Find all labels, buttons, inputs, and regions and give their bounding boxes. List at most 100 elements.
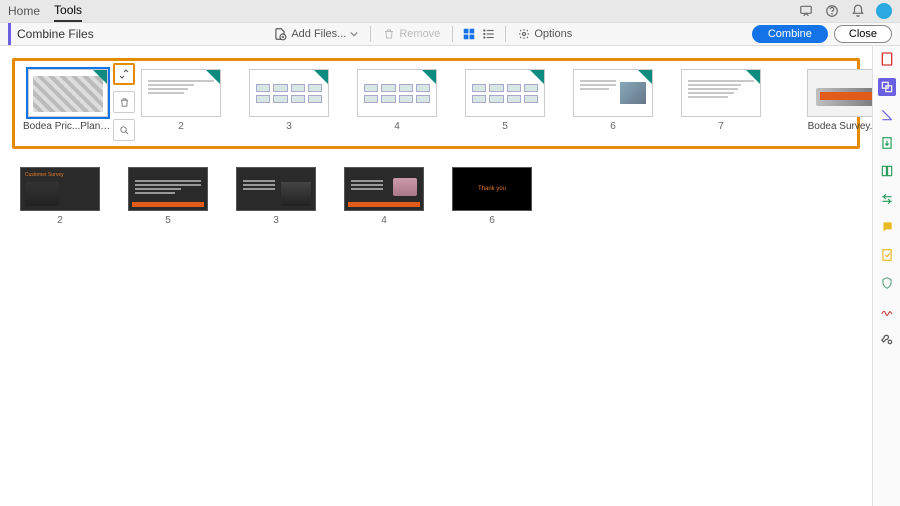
expand-pages-button[interactable] (113, 63, 135, 85)
toolbar-center: Add Files... Remove Options (94, 25, 752, 43)
menubar-right (798, 3, 892, 19)
rail-comment-icon[interactable] (878, 218, 896, 236)
page-item[interactable]: 4 (357, 69, 437, 132)
page-item[interactable]: 2 (141, 69, 221, 132)
page-number: 5 (502, 121, 508, 132)
thumbnail-photo (620, 82, 646, 104)
rail-protect-icon[interactable] (878, 274, 896, 292)
menu-tools[interactable]: Tools (54, 0, 82, 22)
page-item[interactable]: 6 (573, 69, 653, 132)
page-number: 3 (286, 121, 292, 132)
remove-button[interactable]: Remove (379, 26, 444, 42)
thumbnail-content (351, 178, 383, 192)
rail-more-tools-icon[interactable] (878, 330, 896, 348)
avatar[interactable] (876, 3, 892, 19)
page-number: 2 (178, 121, 184, 132)
rail-sign-icon[interactable] (878, 302, 896, 320)
page-number: 3 (273, 215, 279, 226)
zoom-file-button[interactable] (113, 119, 135, 141)
page-item[interactable]: 4 (344, 167, 424, 226)
divider (452, 26, 453, 42)
rail-compress-icon[interactable] (878, 190, 896, 208)
page-number: 7 (718, 121, 724, 132)
toolbar-right: Combine Close (752, 25, 892, 43)
combine-button[interactable]: Combine (752, 25, 828, 43)
thumbnail[interactable] (141, 69, 221, 117)
toolbar-title: Combine Files (8, 23, 94, 45)
page-number: 5 (165, 215, 171, 226)
thumbnail[interactable] (681, 69, 761, 117)
corner-accent (93, 70, 107, 84)
thumbnail[interactable] (128, 167, 208, 211)
selected-file-group: Bodea Pric...Plans.pptx 2 (12, 58, 860, 149)
thumbnail[interactable]: Customer Survey (20, 167, 100, 211)
corner-accent (314, 70, 328, 84)
page-item[interactable]: 7 (681, 69, 761, 132)
rail-fill-sign-icon[interactable] (878, 246, 896, 264)
options-label: Options (534, 28, 572, 40)
thumbnail-content (472, 84, 538, 103)
toolbar: Combine Files Add Files... Remove Option… (0, 22, 900, 46)
thumbnail-title: Customer Survey (25, 172, 64, 178)
thumbnail[interactable] (465, 69, 545, 117)
bell-icon[interactable] (850, 3, 866, 19)
options-button[interactable]: Options (514, 26, 576, 42)
menu-home[interactable]: Home (8, 0, 40, 22)
thumbnail[interactable] (344, 167, 424, 211)
page-item[interactable]: Thank you 6 (452, 167, 532, 226)
page-row-2: Customer Survey 2 5 3 (12, 167, 860, 226)
list-view-button[interactable] (481, 26, 497, 42)
thumbnail-content (580, 80, 616, 90)
thumbnail-content (256, 84, 322, 103)
page-item[interactable]: 5 (128, 167, 208, 226)
rail-export-icon[interactable] (878, 134, 896, 152)
thumbnail-accent (132, 202, 204, 207)
top-menubar: Home Tools (0, 0, 900, 22)
thumbnail-content (243, 178, 275, 192)
rail-pdf-icon[interactable] (878, 50, 896, 68)
rail-organize-icon[interactable] (878, 162, 896, 180)
page-item[interactable]: Customer Survey 2 (20, 167, 100, 226)
divider (505, 26, 506, 42)
thumbnail[interactable] (28, 69, 108, 117)
chat-icon[interactable] (798, 3, 814, 19)
corner-accent (746, 70, 760, 84)
view-toggle (461, 26, 497, 42)
rail-combine-icon[interactable] (878, 78, 896, 96)
page-item[interactable]: 5 (465, 69, 545, 132)
page-item[interactable]: 3 (236, 167, 316, 226)
corner-accent (206, 70, 220, 84)
page-item[interactable]: 3 (249, 69, 329, 132)
rail-edit-icon[interactable] (878, 106, 896, 124)
menubar-left: Home Tools (8, 0, 82, 22)
thumbnail-content (148, 80, 214, 94)
grid-view-button[interactable] (461, 26, 477, 42)
page-number: 4 (381, 215, 387, 226)
thumbnail[interactable] (573, 69, 653, 117)
file-item-presentation[interactable]: Bodea Pric...Plans.pptx (23, 69, 113, 132)
add-files-label: Add Files... (291, 28, 346, 40)
right-rail (872, 46, 900, 506)
thumbnail-band (820, 92, 872, 100)
close-button[interactable]: Close (834, 25, 892, 43)
thumbnail-accent (348, 202, 420, 207)
thumbnail[interactable] (249, 69, 329, 117)
thumbnail[interactable]: Thank you (452, 167, 532, 211)
corner-accent (530, 70, 544, 84)
page-number: 6 (610, 121, 616, 132)
thumbnail-photo (281, 182, 311, 206)
main: Bodea Pric...Plans.pptx 2 (0, 46, 900, 506)
thumbnail-content: Thank you (453, 186, 531, 192)
add-files-button[interactable]: Add Files... (269, 25, 362, 43)
thumbnail[interactable] (236, 167, 316, 211)
help-icon[interactable] (824, 3, 840, 19)
thumbnail[interactable] (807, 69, 872, 117)
hover-controls (113, 63, 135, 141)
thumbnail-photo (393, 178, 417, 196)
page-number: 4 (394, 121, 400, 132)
canvas: Bodea Pric...Plans.pptx 2 (0, 46, 872, 506)
thumbnail[interactable] (357, 69, 437, 117)
file-item-survey[interactable]: Bodea Survey.pdf (807, 69, 872, 132)
corner-accent (422, 70, 436, 84)
delete-file-button[interactable] (113, 91, 135, 113)
